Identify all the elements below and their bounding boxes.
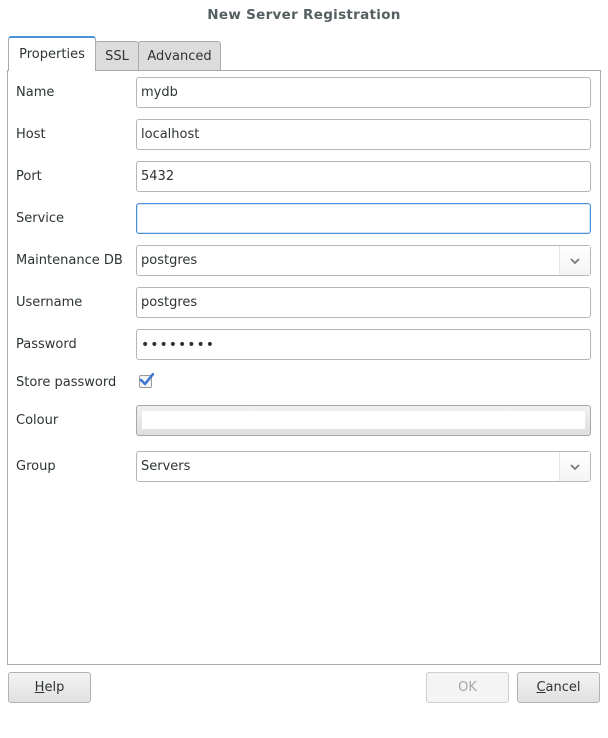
chevron-down-icon [570, 257, 580, 264]
group-label: Group [16, 459, 56, 474]
chevron-down-icon [570, 463, 580, 470]
checkmark-icon [139, 373, 154, 386]
port-label: Port [16, 169, 42, 184]
username-label: Username [16, 295, 83, 310]
group-value: Servers [141, 459, 191, 474]
service-field[interactable] [136, 203, 591, 234]
port-input[interactable] [141, 169, 590, 184]
password-input[interactable]: •••••••• [141, 337, 215, 353]
dialog-title: New Server Registration [207, 7, 401, 23]
username-field[interactable] [136, 287, 591, 318]
name-field[interactable] [136, 77, 591, 108]
password-field[interactable]: •••••••• [136, 329, 591, 360]
help-mnemonic: H [34, 680, 45, 695]
name-input[interactable] [141, 85, 590, 100]
service-input[interactable] [141, 211, 590, 226]
maintenance-db-label: Maintenance DB [16, 253, 123, 268]
host-label: Host [16, 127, 46, 142]
cancel-mnemonic: C [536, 680, 546, 695]
tab-ssl[interactable]: SSL [95, 41, 139, 70]
colour-picker-button[interactable] [136, 405, 591, 436]
host-field[interactable] [136, 119, 591, 150]
maintenance-db-value: postgres [141, 253, 198, 268]
service-label: Service [16, 211, 65, 226]
maintenance-db-combo[interactable]: postgres [136, 245, 591, 276]
group-combo[interactable]: Servers [136, 451, 591, 482]
help-label: elp [44, 680, 65, 695]
maintenance-db-dropdown-button[interactable] [559, 246, 590, 275]
cancel-button[interactable]: Cancel [517, 672, 600, 703]
properties-panel [7, 70, 601, 665]
password-label: Password [16, 337, 77, 352]
colour-swatch [142, 410, 585, 429]
store-password-checkbox[interactable] [139, 373, 154, 388]
help-button[interactable]: Help [8, 672, 91, 703]
tab-advanced[interactable]: Advanced [138, 41, 221, 70]
name-label: Name [16, 85, 55, 100]
username-input[interactable] [141, 295, 590, 310]
port-field[interactable] [136, 161, 591, 192]
host-input[interactable] [141, 127, 590, 142]
group-dropdown-button[interactable] [559, 452, 590, 481]
ok-button[interactable]: OK [426, 672, 509, 703]
colour-label: Colour [16, 413, 59, 428]
store-password-label: Store password [16, 375, 117, 390]
cancel-label: ancel [545, 680, 581, 695]
tab-properties[interactable]: Properties [8, 36, 96, 71]
